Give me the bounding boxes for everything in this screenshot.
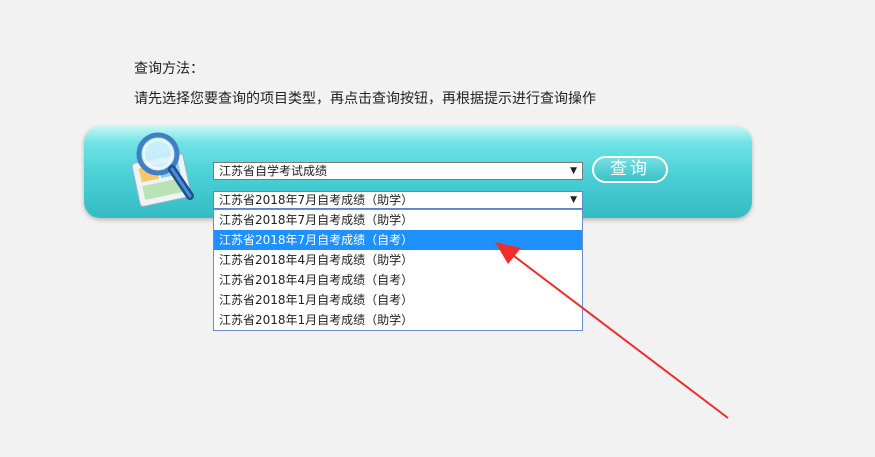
instructions-heading: 查询方法：	[134, 61, 204, 77]
dropdown-option[interactable]: 江苏省2018年7月自考成绩（自考）	[214, 230, 582, 250]
dropdown-option[interactable]: 江苏省2018年1月自考成绩（自考）	[214, 290, 582, 310]
query-button[interactable]: 查询	[592, 156, 668, 183]
dropdown-option[interactable]: 江苏省2018年4月自考成绩（自考）	[214, 270, 582, 290]
instructions-text: 请先选择您要查询的项目类型，再点击查询按钮，再根据提示进行查询操作	[134, 91, 596, 107]
dropdown-option[interactable]: 江苏省2018年7月自考成绩（助学）	[214, 210, 582, 230]
magnifier-icon	[131, 132, 194, 207]
instructions: 查询方法： 请先选择您要查询的项目类型，再点击查询按钮，再根据提示进行查询操作	[134, 54, 596, 114]
project-select[interactable]: 江苏省2018年7月自考成绩（助学） ▼	[213, 191, 583, 209]
category-select[interactable]: 江苏省自学考试成绩 ▼	[213, 162, 583, 180]
project-dropdown-list: 江苏省2018年7月自考成绩（助学） 江苏省2018年7月自考成绩（自考） 江苏…	[213, 209, 583, 331]
dropdown-option[interactable]: 江苏省2018年1月自考成绩（助学）	[214, 310, 582, 330]
dropdown-arrow-icon: ▼	[570, 195, 577, 205]
dropdown-option[interactable]: 江苏省2018年4月自考成绩（助学）	[214, 250, 582, 270]
project-select-value: 江苏省2018年7月自考成绩（助学）	[219, 193, 414, 207]
dropdown-arrow-icon: ▼	[570, 166, 577, 176]
category-select-value: 江苏省自学考试成绩	[219, 164, 328, 178]
